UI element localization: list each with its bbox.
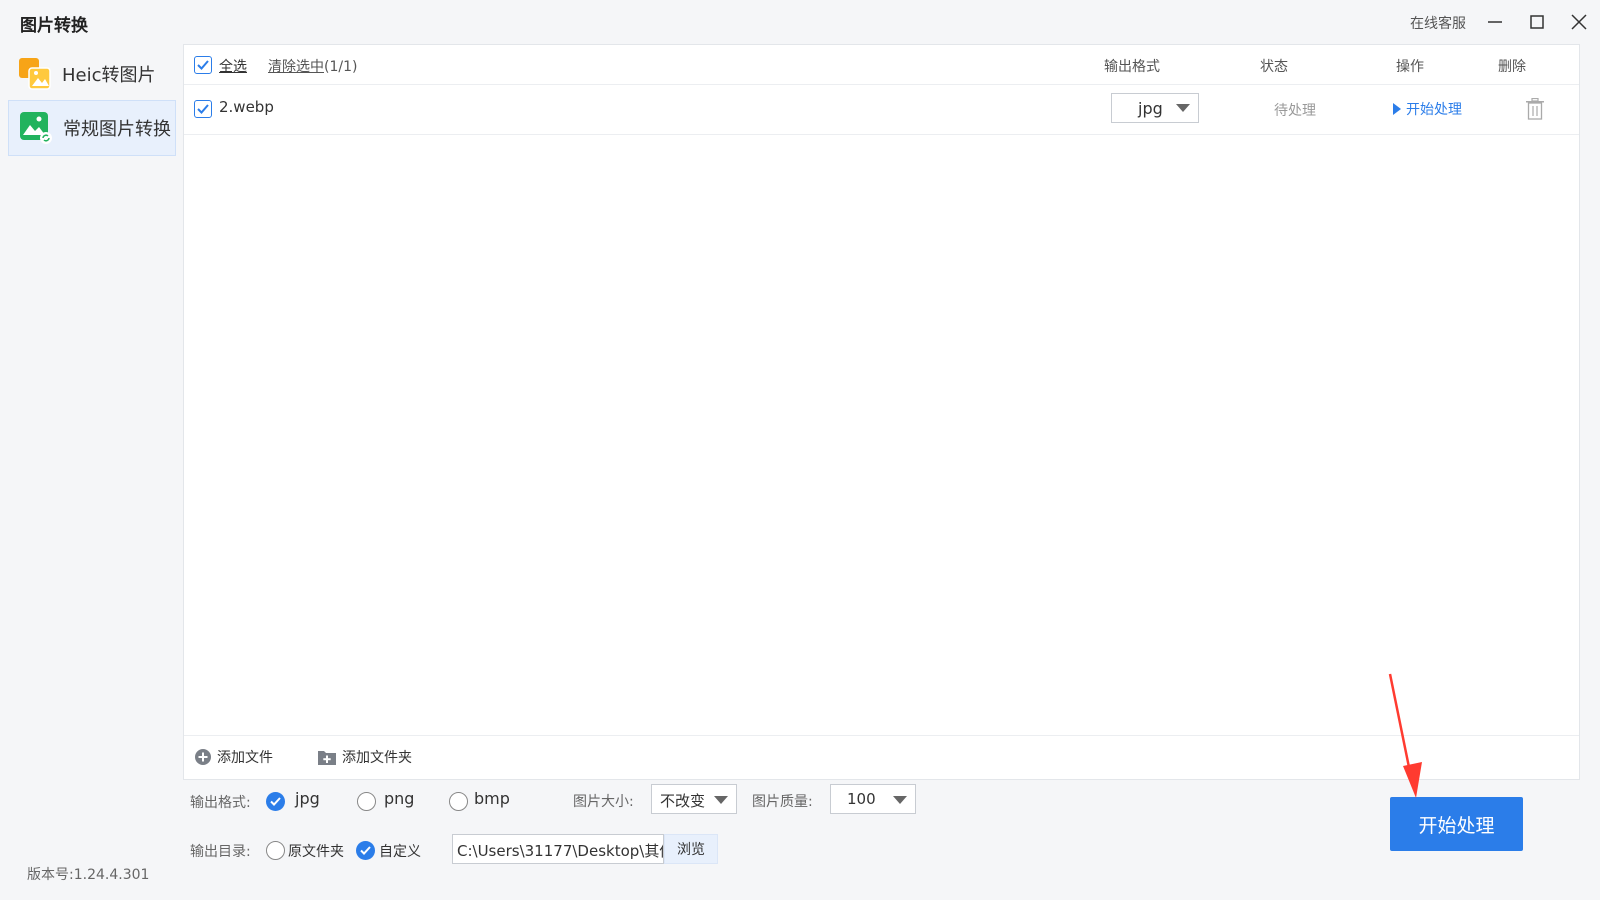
app-title: 图片转换 [20, 16, 88, 36]
annotation-arrow-icon [1388, 673, 1422, 798]
minimize-icon [1488, 21, 1502, 23]
start-process-button[interactable]: 开始处理 [1390, 797, 1523, 851]
image-size-label: 图片大小: [573, 794, 634, 810]
row-start-button[interactable]: 开始处理 [1392, 99, 1462, 119]
col-action: 操作 [1396, 59, 1424, 75]
close-button[interactable] [1565, 8, 1593, 36]
dir-option-original[interactable]: 原文件夹 [288, 841, 344, 861]
clear-selection-link[interactable]: 清除选中 [268, 59, 324, 75]
output-dir-label: 输出目录: [190, 844, 251, 860]
play-icon [1393, 103, 1401, 115]
sidebar-item-image-convert[interactable]: 常规图片转换 [8, 100, 176, 156]
close-icon [1571, 14, 1587, 30]
add-file-label: 添加文件 [217, 750, 273, 766]
image-size-value: 不改变 [660, 792, 706, 810]
heic-image-icon [19, 58, 51, 90]
format-option-png[interactable]: png [384, 789, 414, 808]
select-all-label[interactable]: 全选 [219, 56, 247, 76]
sidebar-item-label: 常规图片转换 [63, 119, 171, 140]
row-format-value: jpg [1138, 99, 1163, 118]
version-label: 版本号:1.24.4.301 [27, 867, 150, 883]
row-checkbox[interactable] [194, 100, 212, 118]
file-name: 2.webp [219, 98, 274, 116]
output-path-input[interactable]: C:\Users\31177\Desktop\其他 [452, 834, 664, 864]
title-bar: 图片转换 在线客服 [0, 0, 1600, 44]
sidebar: Heic转图片 常规图片转换 版本号:1.24.4.301 [0, 44, 180, 900]
online-service-link[interactable]: 在线客服 [1410, 13, 1466, 33]
add-folder-label: 添加文件夹 [342, 750, 412, 766]
clear-selection[interactable]: 清除选中(1/1) [268, 56, 357, 76]
image-quality-select[interactable]: 100 [830, 784, 916, 814]
format-option-jpg[interactable]: jpg [295, 789, 320, 808]
list-header: 全选 清除选中(1/1) 输出格式 状态 操作 删除 [184, 45, 1579, 85]
col-status: 状态 [1260, 59, 1288, 75]
dir-option-custom[interactable]: 自定义 [379, 841, 421, 861]
image-size-select[interactable]: 不改变 [651, 784, 737, 814]
row-action-label: 开始处理 [1406, 102, 1462, 118]
image-quality-label: 图片质量: [752, 794, 813, 810]
format-radio-jpg[interactable] [266, 792, 285, 811]
add-folder-button[interactable]: 添加文件夹 [317, 747, 412, 767]
maximize-button[interactable] [1523, 8, 1551, 36]
row-format-select[interactable]: jpg [1111, 93, 1199, 123]
row-status: 待处理 [1274, 103, 1316, 119]
table-row: 2.webp jpg 待处理 开始处理 [184, 85, 1579, 135]
file-list-panel: 全选 清除选中(1/1) 输出格式 状态 操作 删除 2.webp jpg 待处… [183, 44, 1580, 780]
sidebar-item-heic[interactable]: Heic转图片 [8, 46, 176, 102]
trash-icon[interactable] [1525, 98, 1545, 120]
image-convert-icon [20, 112, 52, 144]
checkmark-icon [197, 60, 209, 70]
dir-radio-custom[interactable] [356, 841, 375, 860]
add-file-button[interactable]: 添加文件 [194, 747, 273, 767]
minimize-button[interactable] [1481, 8, 1509, 36]
format-option-bmp[interactable]: bmp [474, 789, 510, 808]
browse-button[interactable]: 浏览 [664, 834, 718, 864]
output-format-label: 输出格式: [190, 795, 251, 811]
image-quality-value: 100 [847, 790, 876, 808]
dir-radio-original[interactable] [266, 841, 285, 860]
chevron-down-icon [714, 796, 728, 804]
checkmark-icon [360, 846, 371, 855]
select-all-checkbox[interactable] [194, 56, 212, 74]
maximize-icon [1530, 15, 1544, 29]
col-delete: 删除 [1498, 59, 1526, 75]
col-output-format: 输出格式 [1104, 59, 1160, 75]
checkmark-icon [270, 797, 281, 806]
format-radio-png[interactable] [357, 792, 376, 811]
add-circle-icon [195, 749, 211, 765]
sidebar-item-label: Heic转图片 [62, 65, 156, 86]
chevron-down-icon [1176, 104, 1190, 112]
format-radio-bmp[interactable] [449, 792, 468, 811]
add-folder-icon [318, 751, 336, 765]
checkmark-icon [197, 104, 209, 114]
selection-count: (1/1) [324, 59, 358, 75]
chevron-down-icon [893, 796, 907, 804]
list-footer: 添加文件 添加文件夹 [184, 735, 1579, 779]
